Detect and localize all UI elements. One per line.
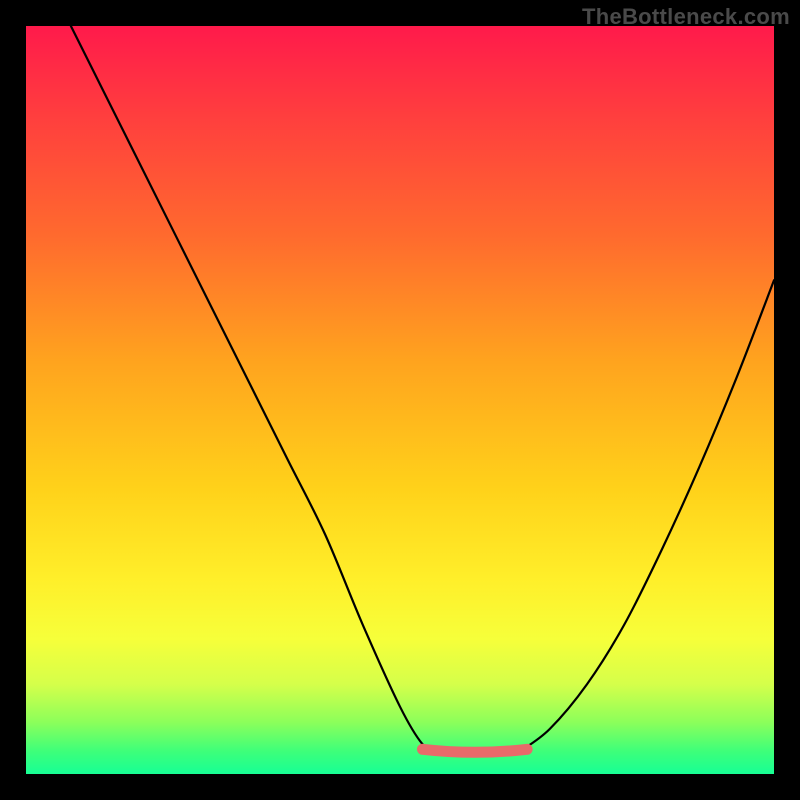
bottleneck-curve: [71, 26, 774, 756]
pink-floor-segment: [422, 749, 527, 752]
plot-area: [26, 26, 774, 774]
watermark-text: TheBottleneck.com: [582, 4, 790, 30]
curve-layer: [26, 26, 774, 774]
chart-frame: TheBottleneck.com: [0, 0, 800, 800]
